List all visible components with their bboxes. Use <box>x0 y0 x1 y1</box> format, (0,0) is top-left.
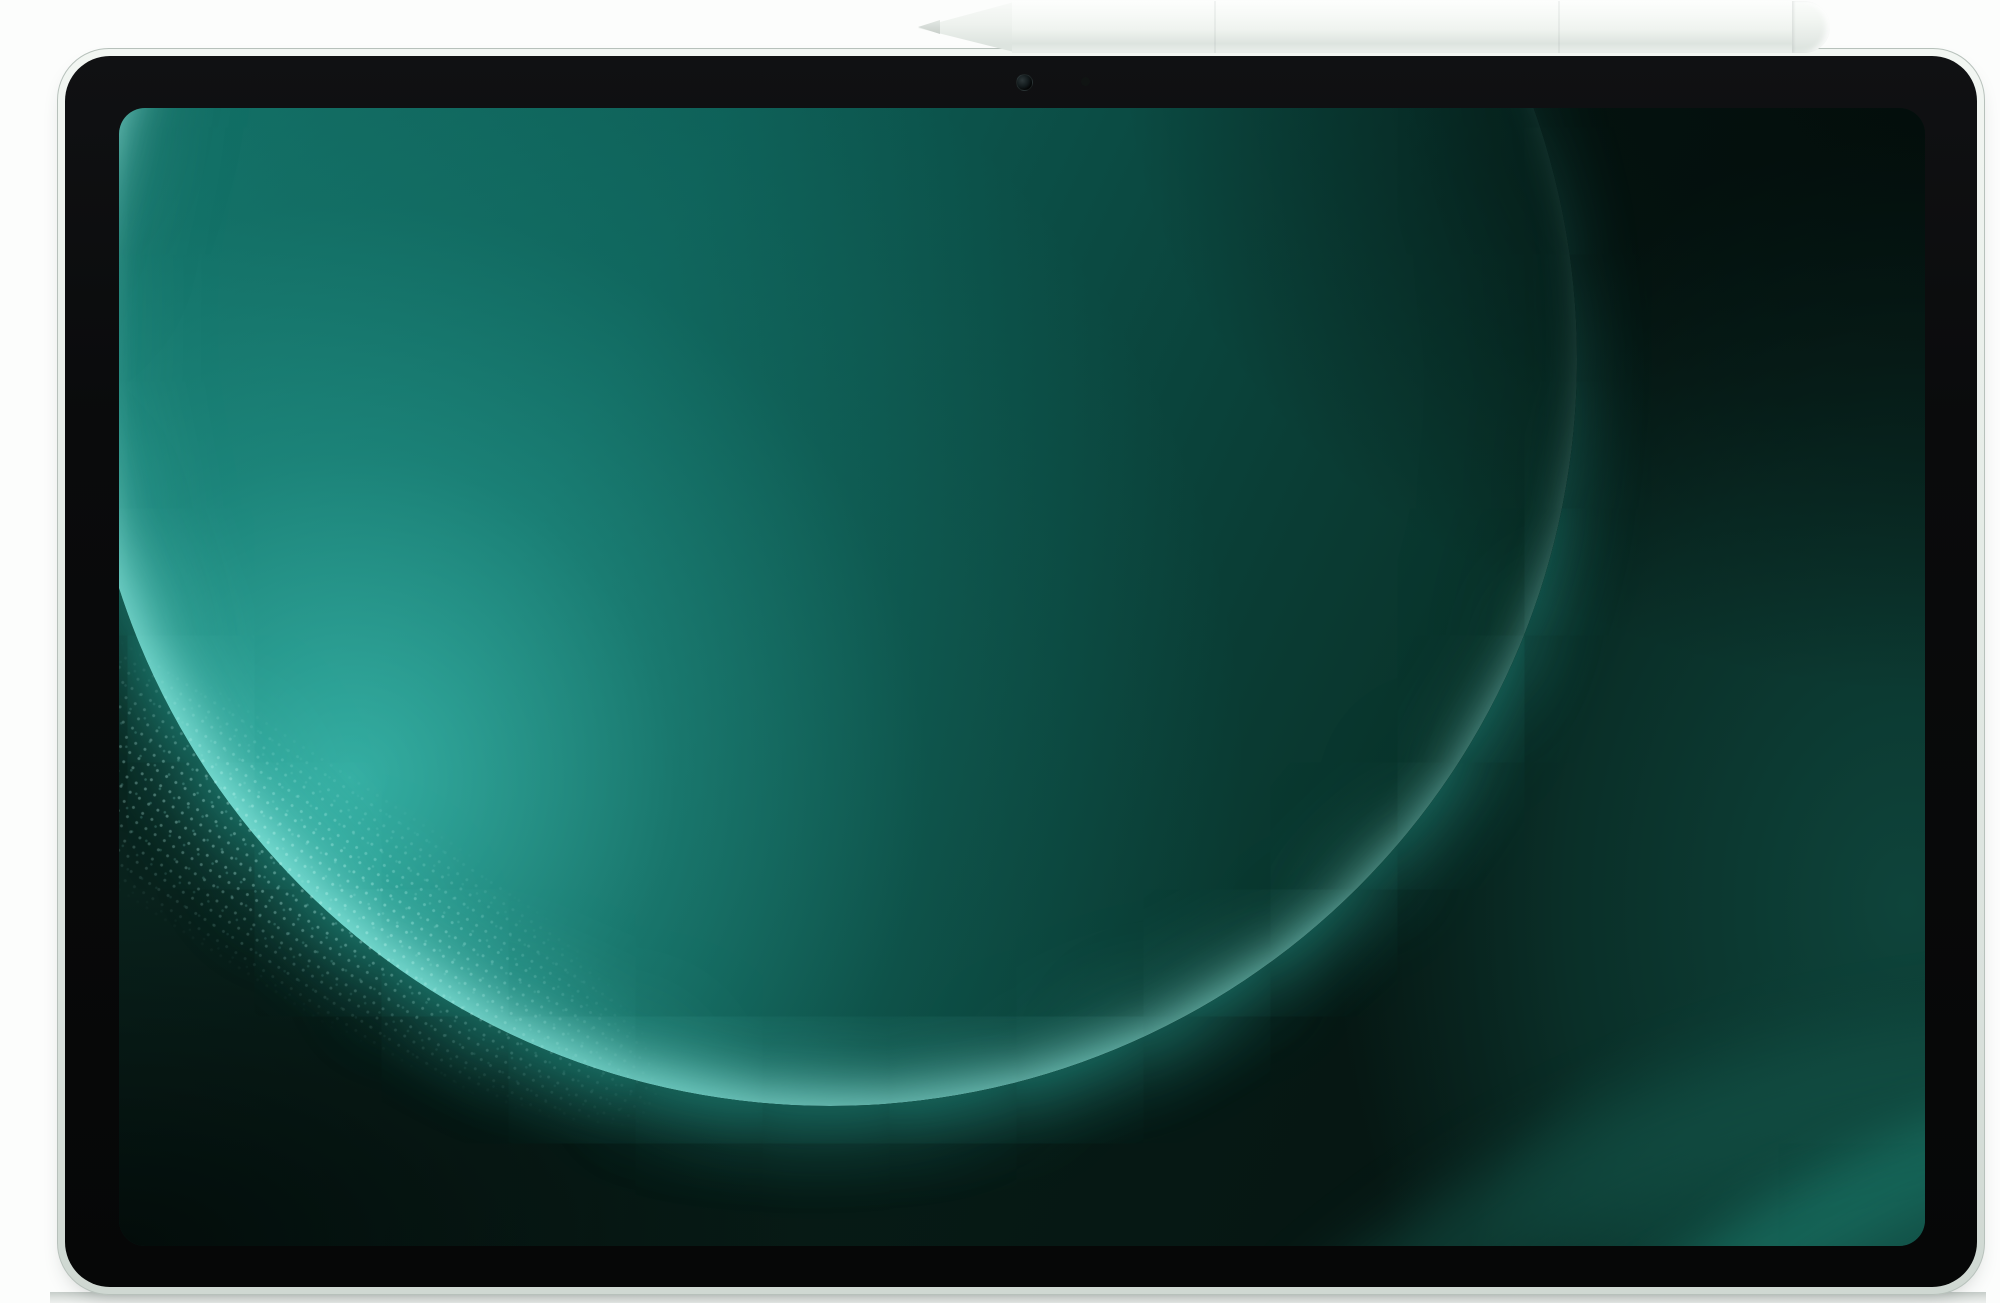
stylus-body <box>1012 1 1794 53</box>
tablet-device <box>57 48 1985 1295</box>
page-background <box>0 0 2000 1303</box>
front-camera-icon <box>1016 74 1033 91</box>
tablet-screen <box>119 108 1925 1246</box>
stylus-seam-line <box>1558 1 1560 53</box>
stylus-seam-line <box>1214 1 1216 53</box>
stylus-end-cap <box>1792 1 1830 53</box>
stylus-pen <box>918 1 1910 53</box>
light-sensor-icon <box>1081 77 1090 86</box>
stylus-nib <box>918 20 940 34</box>
